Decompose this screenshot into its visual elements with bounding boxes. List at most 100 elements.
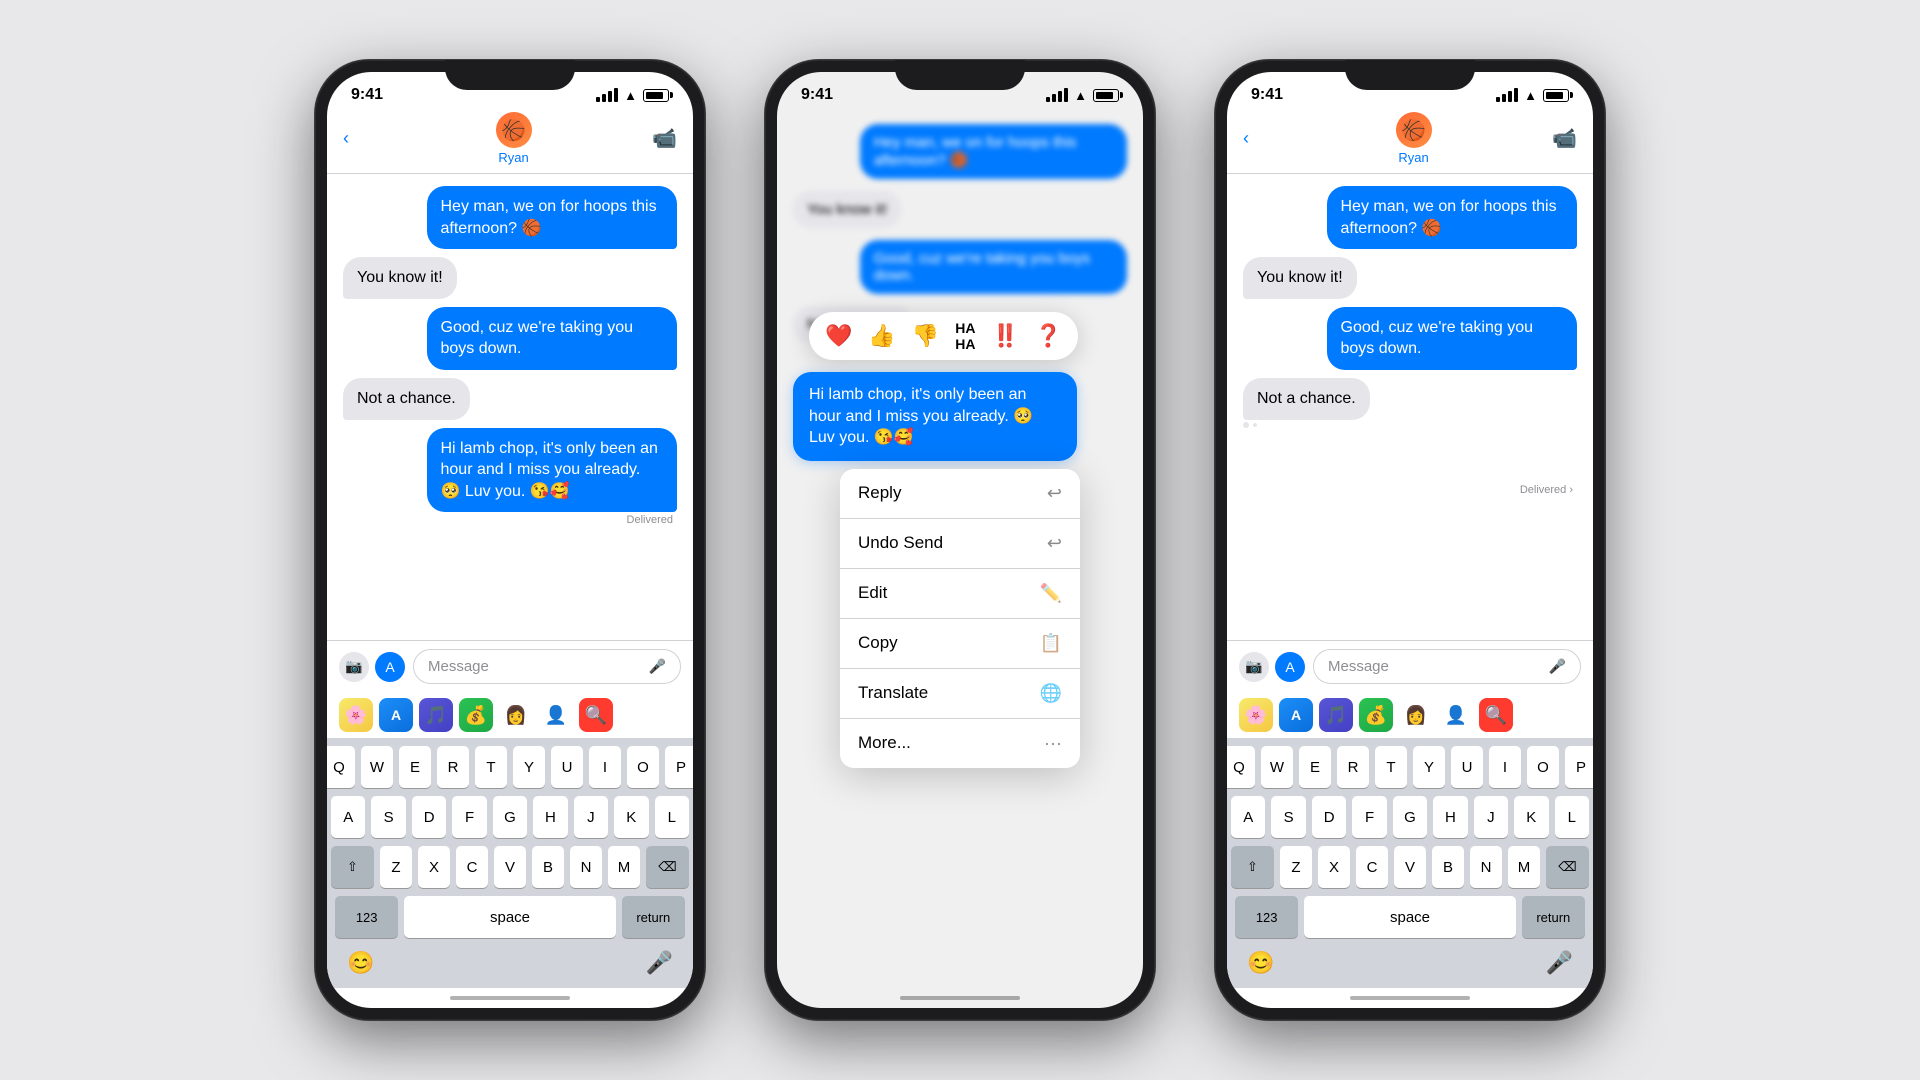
- key-right-delete[interactable]: ⌫: [1546, 846, 1589, 888]
- key-right-o[interactable]: O: [1527, 746, 1559, 788]
- key-shift[interactable]: ⇧: [331, 846, 374, 888]
- bubble-sent-right-1[interactable]: Hey man, we on for hoops this afternoon?…: [1327, 186, 1578, 249]
- key-b[interactable]: B: [532, 846, 564, 888]
- video-button-right[interactable]: 📹: [1552, 126, 1577, 151]
- bubble-sent-3[interactable]: Good, cuz we're taking you boys down.: [427, 307, 678, 370]
- key-y[interactable]: Y: [513, 746, 545, 788]
- reaction-thumbsdown[interactable]: 👎: [912, 323, 939, 349]
- key-right-i[interactable]: I: [1489, 746, 1521, 788]
- reaction-heart[interactable]: ❤️: [825, 323, 852, 349]
- key-right-q[interactable]: Q: [1227, 746, 1255, 788]
- back-button[interactable]: ‹: [343, 128, 375, 149]
- key-right-f[interactable]: F: [1352, 796, 1386, 838]
- key-right-e[interactable]: E: [1299, 746, 1331, 788]
- key-right-shift[interactable]: ⇧: [1231, 846, 1274, 888]
- video-button-left[interactable]: 📹: [652, 126, 677, 151]
- key-right-z[interactable]: Z: [1280, 846, 1312, 888]
- key-j[interactable]: J: [574, 796, 608, 838]
- key-right-j[interactable]: J: [1474, 796, 1508, 838]
- key-h[interactable]: H: [533, 796, 567, 838]
- emoji-button-right[interactable]: 😊: [1247, 950, 1274, 976]
- key-g[interactable]: G: [493, 796, 527, 838]
- key-i[interactable]: I: [589, 746, 621, 788]
- key-numbers[interactable]: 123: [335, 896, 398, 938]
- reaction-question[interactable]: ❓: [1035, 323, 1062, 349]
- cash-app-icon[interactable]: 💰: [459, 698, 493, 732]
- key-right-n[interactable]: N: [1470, 846, 1502, 888]
- key-a[interactable]: A: [331, 796, 365, 838]
- context-more[interactable]: More... ···: [840, 719, 1080, 768]
- key-v[interactable]: V: [494, 846, 526, 888]
- key-right-g[interactable]: G: [1393, 796, 1427, 838]
- key-right-a[interactable]: A: [1231, 796, 1265, 838]
- camera-icon-right[interactable]: 📷: [1239, 652, 1269, 682]
- key-right-r[interactable]: R: [1337, 746, 1369, 788]
- avatar2-app-icon[interactable]: 👤: [539, 698, 573, 732]
- key-e[interactable]: E: [399, 746, 431, 788]
- key-right-p[interactable]: P: [1565, 746, 1593, 788]
- avatar2-app-icon-right[interactable]: 👤: [1439, 698, 1473, 732]
- key-c[interactable]: C: [456, 846, 488, 888]
- key-k[interactable]: K: [614, 796, 648, 838]
- key-r[interactable]: R: [437, 746, 469, 788]
- key-right-v[interactable]: V: [1394, 846, 1426, 888]
- key-q[interactable]: Q: [327, 746, 355, 788]
- key-right-u[interactable]: U: [1451, 746, 1483, 788]
- bubble-received-4[interactable]: Not a chance.: [343, 378, 470, 420]
- message-input-right[interactable]: Message 🎤: [1313, 649, 1581, 684]
- bubble-sent-1[interactable]: Hey man, we on for hoops this afternoon?…: [427, 186, 678, 249]
- key-m[interactable]: M: [608, 846, 640, 888]
- key-right-b[interactable]: B: [1432, 846, 1464, 888]
- context-edit[interactable]: Edit ✏️: [840, 569, 1080, 619]
- key-x[interactable]: X: [418, 846, 450, 888]
- key-s[interactable]: S: [371, 796, 405, 838]
- key-d[interactable]: D: [412, 796, 446, 838]
- cash-app-icon-right[interactable]: 💰: [1359, 698, 1393, 732]
- key-right-numbers[interactable]: 123: [1235, 896, 1298, 938]
- appstore-app-icon-right[interactable]: A: [1279, 698, 1313, 732]
- key-right-k[interactable]: K: [1514, 796, 1548, 838]
- bubble-received-right-2[interactable]: You know it!: [1243, 257, 1357, 299]
- appstore-app-icon[interactable]: A: [379, 698, 413, 732]
- context-undo-send[interactable]: Undo Send ↩: [840, 519, 1080, 569]
- key-space[interactable]: space: [404, 896, 615, 938]
- bubble-received-right-4[interactable]: Not a chance.: [1243, 378, 1370, 420]
- context-translate[interactable]: Translate 🌐: [840, 669, 1080, 719]
- key-l[interactable]: L: [655, 796, 689, 838]
- search-app-icon-right[interactable]: 🔍: [1479, 698, 1513, 732]
- camera-icon[interactable]: 📷: [339, 652, 369, 682]
- bubble-sent-5[interactable]: Hi lamb chop, it's only been an hour and…: [427, 428, 678, 513]
- key-right-s[interactable]: S: [1271, 796, 1305, 838]
- appstore-icon-right[interactable]: A: [1275, 652, 1305, 682]
- search-app-icon[interactable]: 🔍: [579, 698, 613, 732]
- mic-button[interactable]: 🎤: [646, 950, 673, 976]
- key-right-return[interactable]: return: [1522, 896, 1585, 938]
- emoji-button[interactable]: 😊: [347, 950, 374, 976]
- bubble-received-2[interactable]: You know it!: [343, 257, 457, 299]
- key-o[interactable]: O: [627, 746, 659, 788]
- back-button-right[interactable]: ‹: [1243, 128, 1275, 149]
- key-t[interactable]: T: [475, 746, 507, 788]
- photos-app-icon[interactable]: 🌸: [339, 698, 373, 732]
- key-delete[interactable]: ⌫: [646, 846, 689, 888]
- context-reply[interactable]: Reply ↩: [840, 469, 1080, 519]
- context-copy[interactable]: Copy 📋: [840, 619, 1080, 669]
- key-right-space[interactable]: space: [1304, 896, 1515, 938]
- key-n[interactable]: N: [570, 846, 602, 888]
- key-right-t[interactable]: T: [1375, 746, 1407, 788]
- reaction-haha[interactable]: HAHA: [955, 320, 975, 352]
- key-u[interactable]: U: [551, 746, 583, 788]
- key-right-x[interactable]: X: [1318, 846, 1350, 888]
- key-p[interactable]: P: [665, 746, 693, 788]
- avatar1-app-icon[interactable]: 👩: [499, 698, 533, 732]
- key-return[interactable]: return: [622, 896, 685, 938]
- key-z[interactable]: Z: [380, 846, 412, 888]
- key-right-w[interactable]: W: [1261, 746, 1293, 788]
- avatar1-app-icon-right[interactable]: 👩: [1399, 698, 1433, 732]
- key-right-y[interactable]: Y: [1413, 746, 1445, 788]
- photos-app-icon-right[interactable]: 🌸: [1239, 698, 1273, 732]
- key-w[interactable]: W: [361, 746, 393, 788]
- key-right-l[interactable]: L: [1555, 796, 1589, 838]
- key-right-c[interactable]: C: [1356, 846, 1388, 888]
- bubble-sent-right-3[interactable]: Good, cuz we're taking you boys down.: [1327, 307, 1578, 370]
